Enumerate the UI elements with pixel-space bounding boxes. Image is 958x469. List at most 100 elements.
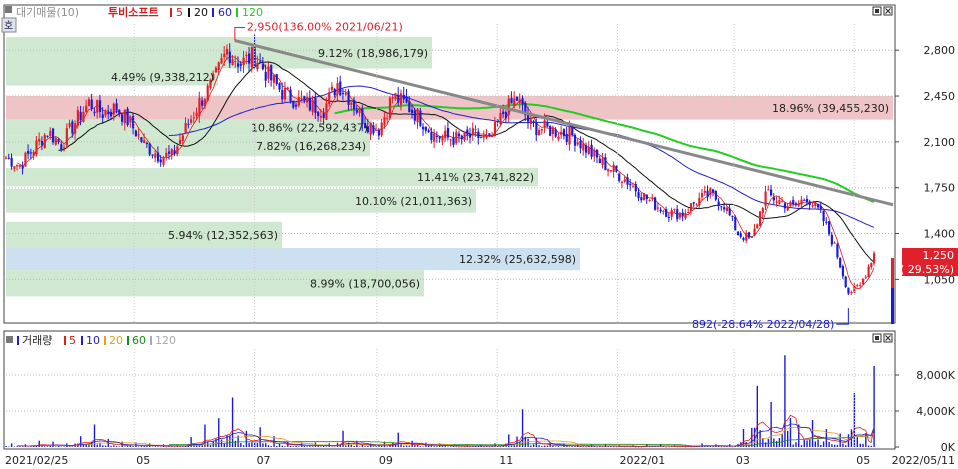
volume-bar	[419, 446, 422, 447]
volume-bar	[71, 446, 74, 447]
volume-bar	[400, 444, 402, 447]
candle-body	[261, 64, 265, 70]
volume-tick-label: 8,000K	[916, 369, 955, 382]
candle-body	[96, 99, 99, 113]
volume-profile-label: 18.96% (39,455,230)	[772, 102, 889, 115]
volume-bar	[350, 444, 353, 447]
volume-bar	[397, 432, 399, 447]
volume-bar	[560, 446, 562, 448]
volume-bar	[450, 446, 452, 447]
candle-body	[294, 104, 298, 107]
candle-body	[825, 221, 828, 223]
candle-body	[297, 97, 300, 106]
volume-profile-label: 4.49% (9,338,212)	[111, 71, 214, 84]
candle-body	[225, 48, 229, 55]
volume-bar	[781, 434, 783, 447]
candle-body	[167, 151, 171, 154]
date-tick-label: 05	[136, 454, 150, 467]
candle-body	[43, 134, 46, 148]
volume-bar	[165, 446, 167, 448]
volume-bar	[242, 445, 245, 447]
volume-bar	[151, 446, 154, 447]
candle-body	[778, 200, 781, 204]
volume-bar	[648, 446, 651, 448]
candle-body	[543, 120, 546, 128]
volume-bar	[516, 436, 518, 447]
volume-profile-label: 11.41% (23,741,822)	[417, 171, 534, 184]
candle-body	[596, 149, 599, 158]
volume-bar	[806, 440, 808, 447]
volume-bar	[720, 446, 723, 448]
candle-body	[380, 122, 383, 136]
volume-bar	[289, 445, 292, 447]
candle-body	[841, 266, 845, 277]
volume-profile-label: 8.99% (18,700,056)	[310, 277, 420, 290]
volume-bar	[140, 445, 143, 447]
panel-menu-icon[interactable]	[5, 6, 12, 13]
candle-body	[259, 61, 262, 63]
volume-bar	[179, 446, 181, 448]
volume-bar	[870, 445, 873, 447]
candle-body	[303, 96, 306, 101]
candle-body	[198, 98, 201, 116]
volume-bar	[331, 446, 333, 448]
candle-body	[789, 201, 792, 207]
candle-body	[264, 71, 267, 81]
candle-body	[703, 190, 706, 193]
stock-chart[interactable]: 9.12% (18,986,179) 4.49% (9,338,212) 18.96…	[0, 0, 958, 469]
volume-bar	[157, 446, 159, 447]
candle-body	[281, 90, 284, 100]
last-price-marker	[891, 288, 894, 324]
volume-bar	[853, 393, 856, 447]
candle-body	[731, 216, 734, 218]
candle-body	[192, 117, 196, 119]
price-tick-label: 2,450	[924, 90, 956, 103]
volume-bar	[624, 446, 626, 448]
candle-body	[54, 138, 57, 145]
candle-body	[753, 228, 756, 236]
volume-bar	[265, 443, 267, 447]
candle-body	[159, 159, 162, 163]
volume-bar	[218, 418, 220, 447]
candle-body	[859, 285, 862, 287]
candle-body	[272, 75, 276, 83]
vma10-label: 10	[86, 334, 100, 347]
candle-body	[49, 131, 52, 136]
volume-bar	[784, 355, 786, 447]
last-price: 1,250	[923, 249, 955, 262]
candle-body	[195, 112, 198, 116]
volume-bar	[320, 446, 322, 447]
volume-bar	[483, 446, 485, 448]
candle-body	[709, 188, 712, 196]
volume-bar	[795, 442, 797, 447]
volume-bar	[444, 446, 446, 447]
candle-body	[797, 202, 800, 206]
volume-menu-icon[interactable]	[6, 336, 13, 343]
volume-bar	[19, 446, 21, 447]
candle-body	[446, 128, 450, 138]
volume-bar	[325, 446, 328, 447]
volume-bar	[530, 445, 532, 447]
candle-body	[518, 99, 521, 103]
volume-y-axis: 8,000K 4,000K 0K	[895, 369, 956, 454]
candle-body	[607, 169, 610, 172]
date-tick-label: 09	[379, 454, 393, 467]
volume-bar	[416, 445, 419, 447]
candle-body	[422, 126, 425, 130]
candle-body	[783, 203, 787, 209]
volume-bar	[386, 446, 388, 447]
candle-body	[344, 93, 347, 95]
volume-bar	[68, 446, 71, 447]
candle-body	[593, 149, 596, 157]
candle-body	[673, 208, 676, 210]
volume-tick-label: 4,000K	[916, 405, 955, 418]
candle-body	[27, 150, 30, 154]
candle-body	[867, 266, 870, 278]
volume-bar	[182, 446, 184, 448]
candle-body	[560, 131, 563, 135]
candle-body	[764, 191, 767, 207]
volume-bar	[104, 445, 107, 447]
ma20-swatch	[188, 8, 190, 17]
candle-body	[352, 100, 356, 110]
volume-bar	[124, 446, 126, 447]
